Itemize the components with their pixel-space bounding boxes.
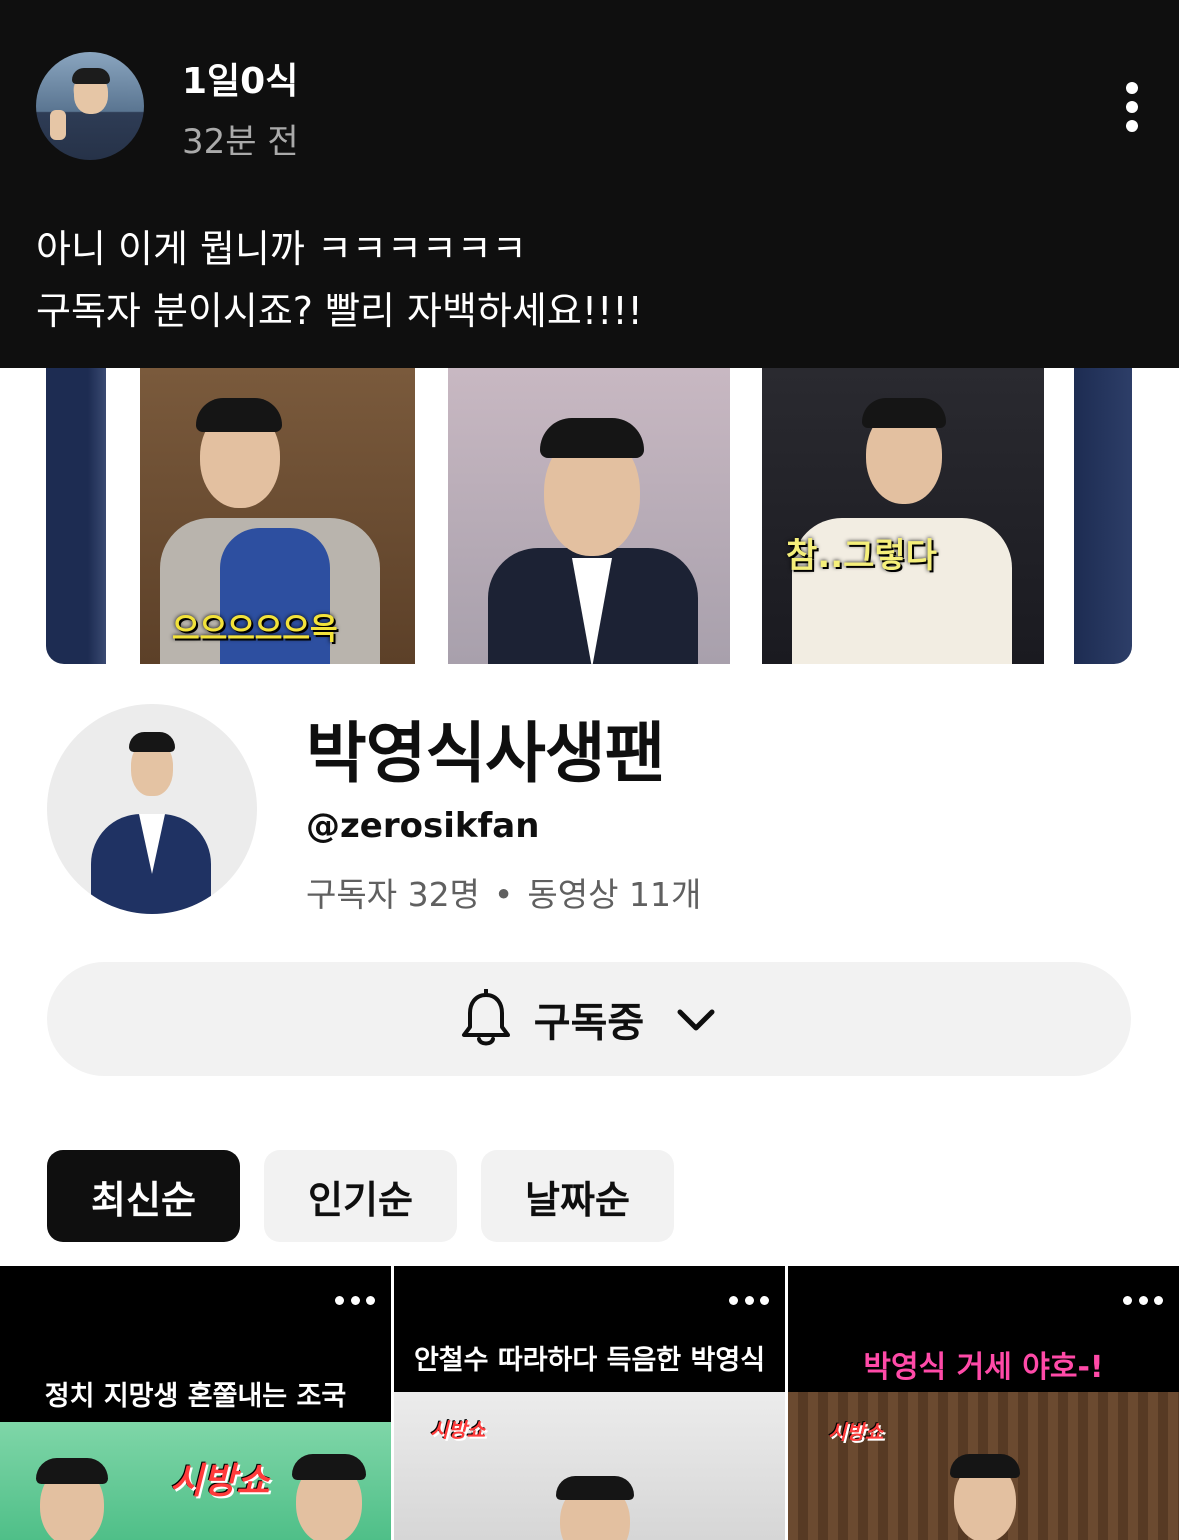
stats-separator: • [493,875,514,914]
short-video-card[interactable]: 박영식 거세 야호-! 시방쇼 [788,1266,1179,1540]
banner-thumb-5 [1074,368,1132,664]
more-horiz-icon[interactable] [1123,1296,1163,1308]
post-text: 아니 이게 뭡니까 ㅋㅋㅋㅋㅋㅋ 구독자 분이시죠? 빨리 자백하세요!!!! [36,218,643,342]
channel-avatar[interactable] [47,704,257,914]
short-logo: 시방쇼 [430,1418,486,1442]
channel-handle: @zerosikfan [306,806,540,846]
post-author-avatar[interactable] [36,52,144,160]
banner-thumb-3 [448,368,730,664]
short-video-title: 안철수 따라하다 득음한 박영식 [413,1345,766,1376]
sort-chip-latest[interactable]: 최신순 [47,1150,240,1242]
banner-thumb-4: 참..그렇다 [762,368,1044,664]
post-text-line-1: 아니 이게 뭡니까 ㅋㅋㅋㅋㅋㅋ [36,227,527,271]
short-video-title: 정치 지망생 혼쭐내는 조국 [44,1381,347,1412]
short-video-title: 박영식 거세 야호-! [863,1350,1104,1385]
subscribed-button[interactable]: 구독중 [47,962,1131,1076]
community-post: 1일0식 32분 전 아니 이게 뭡니까 ㅋㅋㅋㅋㅋㅋ 구독자 분이시죠? 빨리… [0,0,1179,368]
sort-chip-popular[interactable]: 인기순 [264,1150,457,1242]
channel-stats: 구독자 32명 • 동영상 11개 [306,868,701,916]
short-video-card[interactable]: 정치 지망생 혼쭐내는 조국 시방쇼 [0,1266,391,1540]
channel-name: 박영식사생팬 [306,715,665,792]
bell-icon [461,989,510,1046]
post-text-line-2: 구독자 분이시죠? 빨리 자백하세요!!!! [36,289,643,333]
subscribed-label: 구독중 [533,1000,645,1046]
banner-caption-left: 으으으으으윽 [172,612,338,647]
banner-caption-right: 참..그렇다 [786,536,937,576]
short-logo: 시방쇼 [828,1420,884,1444]
channel-banner: 으으으으으윽 참..그렇다 [46,368,1132,664]
post-timestamp: 32분 전 [182,122,299,162]
short-logo: 시방쇼 [170,1461,270,1502]
more-horiz-icon[interactable] [335,1296,375,1308]
short-thumbnail: 시방쇼 [394,1392,785,1540]
chevron-down-icon [677,1009,715,1031]
sort-chip-date[interactable]: 날짜순 [481,1150,674,1242]
banner-thumb-2: 으으으으으윽 [140,368,415,664]
more-vert-icon[interactable] [1119,82,1145,134]
short-video-card[interactable]: 안철수 따라하다 득음한 박영식 시방쇼 [394,1266,785,1540]
post-author-name[interactable]: 1일0식 [182,52,298,104]
video-count: 동영상 11개 [527,875,702,914]
short-thumbnail: 시방쇼 [0,1422,391,1540]
short-thumbnail: 시방쇼 [788,1392,1179,1540]
banner-thumb-1 [46,368,106,664]
more-horiz-icon[interactable] [729,1296,769,1308]
subscriber-count: 구독자 32명 [306,875,480,914]
